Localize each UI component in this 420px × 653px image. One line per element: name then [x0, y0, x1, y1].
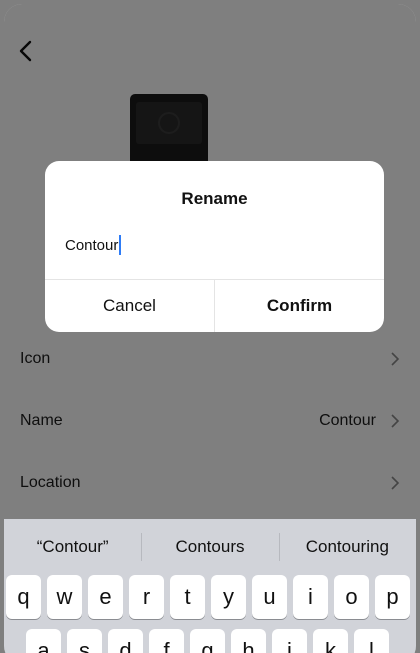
- key-row-2: asdfghjkl: [4, 629, 416, 653]
- key-o[interactable]: o: [334, 575, 369, 619]
- key-q[interactable]: q: [6, 575, 41, 619]
- rename-input[interactable]: Contour: [65, 233, 122, 257]
- key-e[interactable]: e: [88, 575, 123, 619]
- key-row-1: qwertyuiop: [4, 575, 416, 619]
- key-u[interactable]: u: [252, 575, 287, 619]
- rename-dialog: Rename Contour Cancel Confirm: [45, 161, 384, 332]
- key-s[interactable]: s: [67, 629, 102, 653]
- suggestion-item[interactable]: Contours: [141, 533, 278, 561]
- cancel-button[interactable]: Cancel: [45, 280, 214, 332]
- dialog-button-bar: Cancel Confirm: [45, 280, 384, 332]
- key-y[interactable]: y: [211, 575, 246, 619]
- key-i[interactable]: i: [293, 575, 328, 619]
- key-p[interactable]: p: [375, 575, 410, 619]
- dialog-title: Rename: [181, 189, 248, 208]
- key-j[interactable]: j: [272, 629, 307, 653]
- key-a[interactable]: a: [26, 629, 61, 653]
- rename-input-value: Contour: [65, 236, 119, 254]
- key-f[interactable]: f: [149, 629, 184, 653]
- suggestion-bar: “Contour” Contours Contouring: [4, 519, 416, 575]
- confirm-button[interactable]: Confirm: [214, 280, 384, 332]
- key-k[interactable]: k: [313, 629, 348, 653]
- key-l[interactable]: l: [354, 629, 389, 653]
- keyboard: “Contour” Contours Contouring qwertyuiop…: [4, 519, 416, 653]
- key-t[interactable]: t: [170, 575, 205, 619]
- key-d[interactable]: d: [108, 629, 143, 653]
- app-screen: Icon Name Contour Location Rename Contou…: [4, 4, 416, 653]
- key-w[interactable]: w: [47, 575, 82, 619]
- suggestion-item[interactable]: “Contour”: [4, 537, 141, 557]
- suggestion-item[interactable]: Contouring: [278, 533, 416, 561]
- key-h[interactable]: h: [231, 629, 266, 653]
- text-caret: [119, 235, 122, 255]
- key-g[interactable]: g: [190, 629, 225, 653]
- key-r[interactable]: r: [129, 575, 164, 619]
